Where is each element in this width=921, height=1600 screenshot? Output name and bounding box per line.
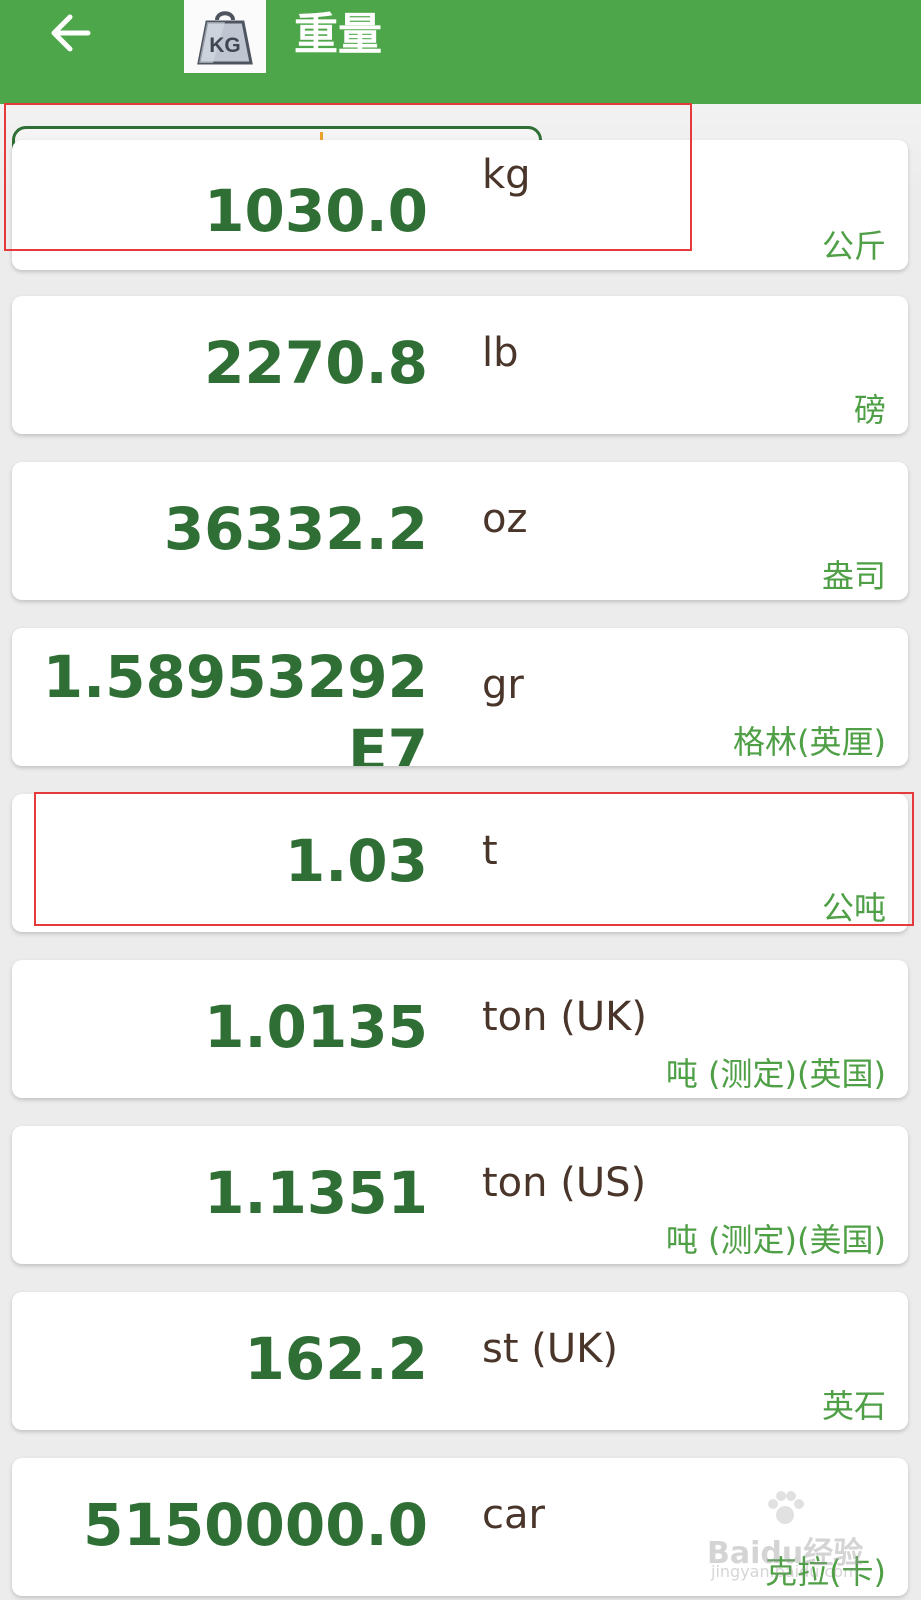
result-card-ton-uk[interactable]: 1.0135 ton (UK) 吨 (测定)(英国) bbox=[12, 960, 908, 1098]
result-value: 162.2 bbox=[244, 1325, 428, 1393]
kg-weight-graphic: KG bbox=[197, 10, 253, 64]
result-unit-name: 吨 (测定)(美国) bbox=[665, 1221, 886, 1259]
result-card-lb[interactable]: 2270.8 lb 磅 bbox=[12, 296, 908, 434]
result-unit: t bbox=[482, 828, 498, 874]
result-card-gr[interactable]: 1.58953292E7 gr 格林(英厘) bbox=[12, 628, 908, 766]
result-value: 2270.8 bbox=[204, 329, 428, 397]
result-value: 36332.2 bbox=[163, 495, 428, 563]
result-unit-name: 英石 bbox=[821, 1387, 886, 1425]
result-unit: kg bbox=[482, 152, 531, 198]
result-unit-name: 盎司 bbox=[821, 557, 886, 595]
result-unit: oz bbox=[482, 496, 528, 542]
result-value: 1.1351 bbox=[204, 1159, 428, 1227]
result-unit: st (UK) bbox=[482, 1326, 618, 1372]
result-unit-name: 公吨 bbox=[821, 889, 886, 927]
result-unit: car bbox=[482, 1492, 545, 1538]
result-card-oz[interactable]: 36332.2 oz 盎司 bbox=[12, 462, 908, 600]
result-unit: gr bbox=[482, 662, 524, 708]
page-title: 重量 bbox=[294, 9, 382, 60]
result-card-ton-us[interactable]: 1.1351 ton (US) 吨 (测定)(美国) bbox=[12, 1126, 908, 1264]
result-value: 1.03 bbox=[284, 827, 428, 895]
result-card-st-uk[interactable]: 162.2 st (UK) 英石 bbox=[12, 1292, 908, 1430]
result-value: 5150000.0 bbox=[83, 1491, 428, 1559]
kg-weight-icon: KG bbox=[184, 0, 266, 73]
result-unit-name: 吨 (测定)(英国) bbox=[665, 1055, 886, 1093]
baidu-watermark: Baidu经验 jingyan.baidu.com bbox=[707, 1486, 917, 1584]
result-unit: ton (US) bbox=[482, 1160, 647, 1206]
result-unit-name: 磅 bbox=[853, 391, 886, 429]
result-unit: ton (UK) bbox=[482, 994, 647, 1040]
weight-converter-screen: KG 重量 1030 kg 1030.0 kg 公斤 2270.8 lb 磅 3… bbox=[0, 0, 921, 1600]
back-button[interactable] bbox=[42, 4, 100, 62]
result-value: 1030.0 bbox=[204, 177, 428, 245]
result-unit-name: 格林(英厘) bbox=[733, 723, 886, 761]
result-card-kg[interactable]: 1030.0 kg 公斤 bbox=[12, 140, 908, 270]
result-value: 1.58953292E7 bbox=[42, 643, 428, 766]
result-value: 1.0135 bbox=[204, 993, 428, 1061]
baidu-paw-icon bbox=[768, 1491, 804, 1524]
watermark-url: jingyan.baidu.com bbox=[711, 1562, 859, 1581]
result-unit-name: 公斤 bbox=[821, 227, 886, 265]
kg-icon-label: KG bbox=[209, 34, 241, 57]
back-arrow-icon bbox=[51, 14, 91, 52]
top-app-bar: KG 重量 bbox=[0, 0, 921, 104]
result-card-t[interactable]: 1.03 t 公吨 bbox=[12, 794, 908, 932]
result-unit: lb bbox=[482, 330, 519, 376]
